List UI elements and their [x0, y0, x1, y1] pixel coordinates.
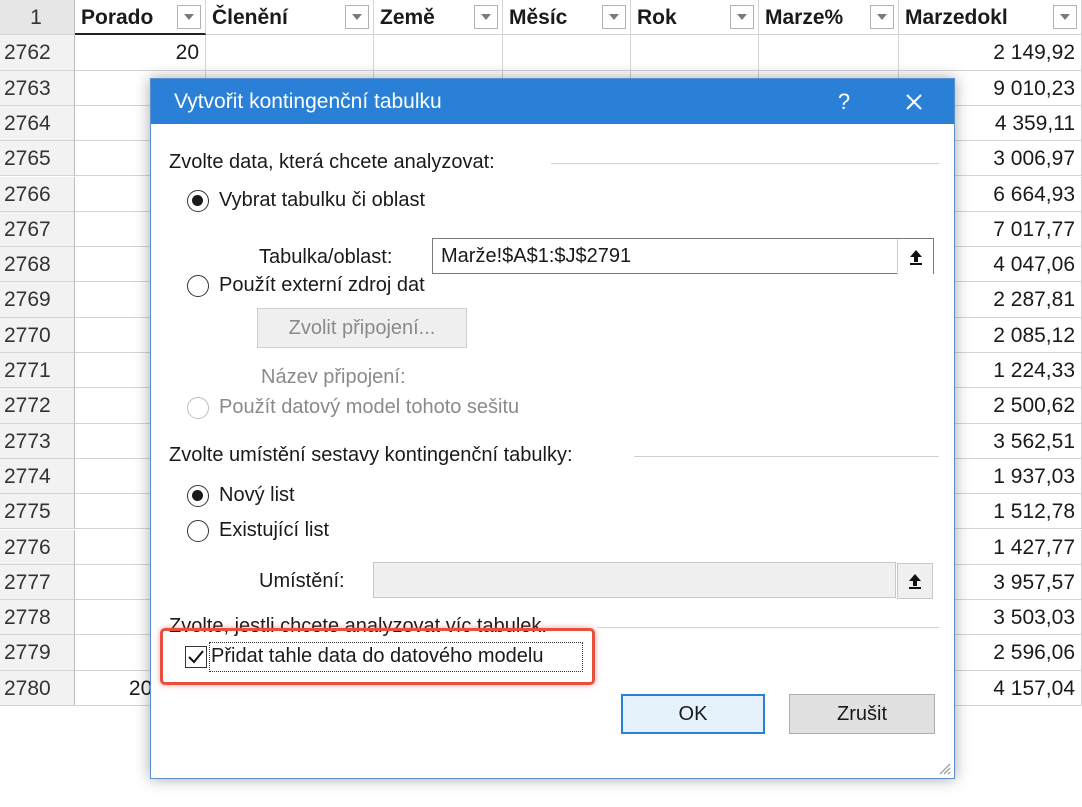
- row-number[interactable]: 2779: [0, 635, 75, 671]
- marze-cell[interactable]: [759, 35, 899, 71]
- row-number[interactable]: 2773: [0, 423, 75, 459]
- filter-dropdown-icon[interactable]: [870, 5, 894, 29]
- dialog-title: Vytvořit kontingenční tabulku: [174, 89, 442, 113]
- row-number[interactable]: 2762: [0, 35, 75, 71]
- column-header-cleneni[interactable]: Členění: [206, 0, 374, 36]
- collapse-dialog-icon: [909, 250, 922, 265]
- connection-name-label: Název připojení:: [261, 366, 406, 388]
- label-select-table[interactable]: Vybrat tabulku či oblast: [219, 189, 425, 212]
- section-choose-location: Zvolte umístění sestavy kontingenční tab…: [169, 444, 573, 466]
- column-header-marze[interactable]: Marze%: [759, 0, 899, 36]
- row-number[interactable]: 2770: [0, 317, 75, 353]
- row-number[interactable]: 2772: [0, 388, 75, 424]
- radio-select-table[interactable]: [187, 190, 209, 212]
- row-number[interactable]: 2777: [0, 564, 75, 601]
- column-header-porado[interactable]: Porado: [75, 0, 206, 36]
- filter-dropdown-icon[interactable]: [1053, 5, 1077, 29]
- row-number[interactable]: 2767: [0, 211, 75, 248]
- row-number[interactable]: 2780: [0, 670, 75, 706]
- mesic-cell[interactable]: [503, 35, 631, 71]
- row-number[interactable]: 2763: [0, 70, 75, 106]
- choose-connection-button[interactable]: Zvolit připojení...: [257, 308, 467, 348]
- create-pivot-table-dialog: Vytvořit kontingenční tabulku ? Zvolte d…: [150, 78, 955, 779]
- porado-cell[interactable]: 20: [75, 35, 206, 71]
- focus-rectangle: [209, 642, 583, 672]
- section-divider: [551, 163, 939, 164]
- location-input[interactable]: [373, 562, 896, 598]
- cleneni-cell[interactable]: [206, 35, 374, 71]
- range-picker-button[interactable]: [897, 239, 933, 275]
- table-range-value: Marže!$A$1:$J$2791: [441, 245, 632, 267]
- filter-dropdown-icon[interactable]: [177, 5, 201, 29]
- radio-data-model[interactable]: [187, 397, 209, 419]
- ok-button[interactable]: OK: [621, 694, 765, 734]
- add-to-data-model-checkbox[interactable]: [185, 646, 207, 668]
- radio-external-source[interactable]: [187, 275, 209, 297]
- column-header-rok[interactable]: Rok: [631, 0, 759, 36]
- row-number[interactable]: 2768: [0, 247, 75, 283]
- close-icon: [906, 93, 922, 110]
- resize-grip-icon[interactable]: [937, 761, 951, 775]
- row-number[interactable]: 2765: [0, 141, 75, 177]
- label-location: Umístění:: [259, 570, 345, 592]
- collapse-dialog-icon: [909, 574, 921, 589]
- dialog-title-bar[interactable]: Vytvořit kontingenční tabulku ?: [151, 79, 954, 124]
- filter-dropdown-icon[interactable]: [345, 5, 369, 29]
- row-number[interactable]: 2775: [0, 494, 75, 530]
- radio-existing-sheet[interactable]: [187, 520, 209, 542]
- column-header-zeme[interactable]: Země: [374, 0, 503, 36]
- radio-new-sheet[interactable]: [187, 485, 209, 507]
- help-button[interactable]: ?: [814, 89, 874, 115]
- header-row: 1 Porado Členění Země Měsíc Rok Marze% M…: [0, 0, 1082, 36]
- row-number[interactable]: 2776: [0, 529, 75, 565]
- checkmark-icon: [188, 650, 204, 664]
- label-table-range: Tabulka/oblast:: [259, 246, 393, 268]
- column-header-mesic[interactable]: Měsíc: [503, 0, 631, 36]
- row-number[interactable]: 2769: [0, 282, 75, 318]
- table-range-input[interactable]: Marže!$A$1:$J$2791: [432, 238, 934, 274]
- filter-dropdown-icon[interactable]: [602, 5, 626, 29]
- filter-dropdown-icon[interactable]: [474, 5, 498, 29]
- table-row: 2762 20 2 149,92: [0, 35, 1082, 71]
- column-header-marzedokl[interactable]: Marzedokl: [899, 0, 1082, 36]
- row-number[interactable]: 2774: [0, 458, 75, 495]
- label-existing-sheet[interactable]: Existující list: [219, 519, 329, 542]
- row-number[interactable]: 2766: [0, 176, 75, 212]
- section-divider: [597, 627, 939, 628]
- close-button[interactable]: [874, 79, 954, 124]
- label-data-model: Použít datový model tohoto sešitu: [219, 396, 520, 418]
- rok-cell[interactable]: [631, 35, 759, 71]
- row-number[interactable]: 2764: [0, 105, 75, 142]
- row-number[interactable]: 2771: [0, 353, 75, 389]
- row-number[interactable]: 2778: [0, 600, 75, 636]
- marzedokl-cell[interactable]: 2 149,92: [899, 35, 1082, 71]
- cancel-button[interactable]: Zrušit: [789, 694, 935, 734]
- zeme-cell[interactable]: [374, 35, 503, 71]
- label-new-sheet[interactable]: Nový list: [219, 484, 295, 507]
- label-external-source[interactable]: Použít externí zdroj dat: [219, 274, 425, 297]
- location-picker-button[interactable]: [897, 563, 933, 599]
- filter-dropdown-icon[interactable]: [730, 5, 754, 29]
- section-divider: [634, 456, 939, 457]
- row-number[interactable]: 1: [0, 0, 75, 36]
- section-choose-data: Zvolte data, která chcete analyzovat:: [169, 151, 495, 173]
